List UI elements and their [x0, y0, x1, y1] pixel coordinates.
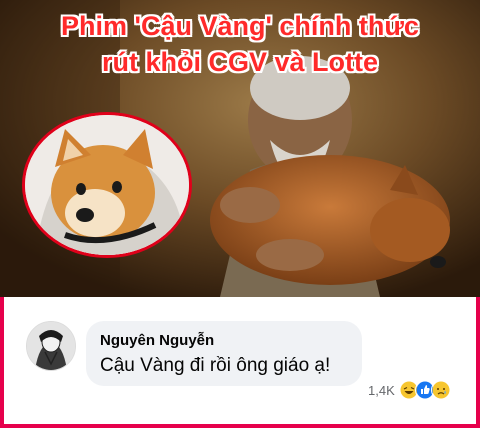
comment-author[interactable]: Nguyên Nguyễn	[100, 332, 214, 349]
avatar[interactable]	[26, 321, 76, 371]
reaction-count: 1,4K	[368, 382, 395, 398]
shiba-dog-illustration	[25, 115, 189, 255]
dog-photo-inset	[22, 112, 192, 258]
sad-icon	[430, 380, 451, 400]
reaction-summary[interactable]: 1,4K	[364, 379, 455, 401]
headline-line-2: rút khỏi CGV và Lotte	[101, 47, 379, 77]
comment-bubble: Nguyên Nguyễn Cậu Vàng đi rồi ông giáo ạ…	[86, 321, 362, 386]
post-card: Phim 'Cậu Vàng' chính thức rút khỏi CGV …	[0, 0, 480, 428]
comment-section: Nguyên Nguyễn Cậu Vàng đi rồi ông giáo ạ…	[4, 297, 476, 424]
avatar-illustration	[27, 322, 75, 370]
headline-line-1: Phim 'Cậu Vàng' chính thức	[61, 11, 419, 41]
headline: Phim 'Cậu Vàng' chính thức rút khỏi CGV …	[0, 8, 480, 80]
comment-text: Cậu Vàng đi rồi ông giáo ạ!	[100, 355, 331, 376]
